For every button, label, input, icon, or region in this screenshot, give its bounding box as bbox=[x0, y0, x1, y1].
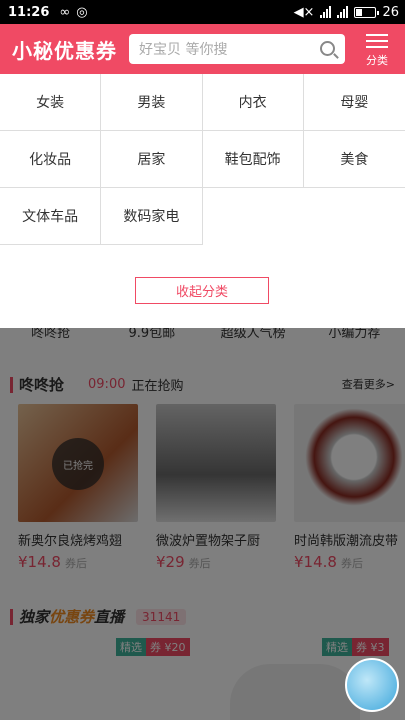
search-input[interactable]: 好宝贝 等你搜 bbox=[129, 34, 345, 64]
collapse-button[interactable]: 收起分类 bbox=[135, 277, 269, 304]
category-bags[interactable]: 鞋包配饰 bbox=[202, 131, 304, 188]
status-bar: 11:26 ∞ ◎ ◀× 26 bbox=[0, 0, 405, 24]
dim-overlay[interactable] bbox=[0, 328, 405, 720]
battery-level: 26 bbox=[382, 4, 399, 20]
signal-icon bbox=[320, 6, 332, 18]
category-label: 分类 bbox=[366, 54, 388, 67]
category-sports-car[interactable]: 文体车品 bbox=[0, 188, 102, 245]
infinity-icon: ∞ bbox=[59, 4, 71, 20]
floating-action-button[interactable] bbox=[345, 658, 399, 712]
mute-icon: ◀× bbox=[293, 4, 315, 20]
hotspot-icon: ◎ bbox=[76, 4, 88, 20]
category-men[interactable]: 男装 bbox=[101, 74, 203, 131]
category-underwear[interactable]: 内衣 bbox=[202, 74, 304, 131]
app-header: 小秘优惠券 好宝贝 等你搜 分类 bbox=[0, 24, 405, 74]
battery-icon bbox=[354, 6, 380, 18]
category-grid: 女装 男装 内衣 母婴 化妆品 居家 鞋包配饰 美食 文体车品 数码家电 bbox=[0, 74, 405, 245]
app-logo: 小秘优惠券 bbox=[12, 38, 117, 63]
category-home[interactable]: 居家 bbox=[101, 131, 203, 188]
category-cosmetics[interactable]: 化妆品 bbox=[0, 131, 102, 188]
signal-icon-2 bbox=[337, 6, 349, 18]
category-panel: 女装 男装 内衣 母婴 化妆品 居家 鞋包配饰 美食 文体车品 数码家电 收起分… bbox=[0, 74, 405, 328]
search-placeholder: 好宝贝 等你搜 bbox=[139, 42, 228, 58]
category-women[interactable]: 女装 bbox=[0, 74, 102, 131]
category-baby[interactable]: 母婴 bbox=[303, 74, 405, 131]
menu-icon bbox=[366, 34, 388, 48]
category-menu-button[interactable]: 分类 bbox=[357, 30, 397, 68]
status-time: 11:26 bbox=[8, 4, 50, 20]
category-food[interactable]: 美食 bbox=[303, 131, 405, 188]
search-icon[interactable] bbox=[320, 41, 335, 56]
category-digital[interactable]: 数码家电 bbox=[101, 188, 203, 245]
